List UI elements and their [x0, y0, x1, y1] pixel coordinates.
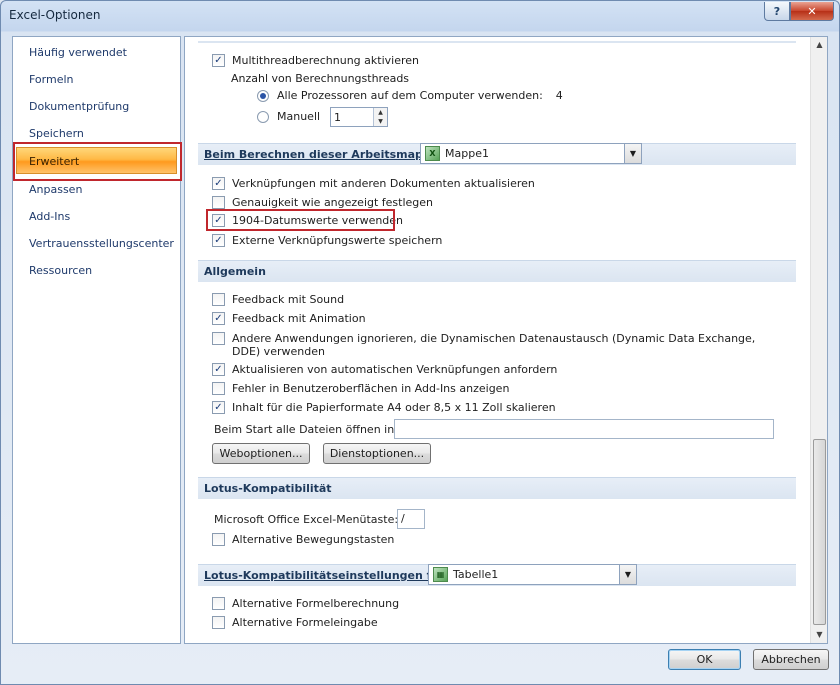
alt-formula-entry-option[interactable]: Alternative Formeleingabe	[212, 616, 378, 629]
options-navigation: Häufig verwendet Formeln Dokumentprüfung…	[12, 36, 181, 644]
animation-feedback-checkbox[interactable]	[212, 312, 225, 325]
date1904-option[interactable]: 1904-Datumswerte verwenden	[212, 214, 403, 227]
update-links-label: Verknüpfungen mit anderen Dokumenten akt…	[232, 177, 535, 190]
alt-formula-calc-label: Alternative Formelberechnung	[232, 597, 400, 610]
auto-links-checkbox[interactable]	[212, 363, 225, 376]
workbook-select[interactable]: X Mappe1 ▼	[420, 143, 642, 164]
workbook-section-title: Beim Berechnen dieser Arbeitsmappe:	[204, 148, 443, 161]
threads-label: Anzahl von Berechnungsthreads	[231, 72, 410, 85]
alt-formula-entry-label: Alternative Formeleingabe	[232, 616, 378, 629]
startup-folder-input[interactable]	[394, 419, 774, 439]
help-icon: ?	[773, 4, 781, 18]
excel-options-dialog: Excel-Optionen ? ✕ Häufig verwendet Form…	[0, 0, 840, 685]
nav-item-haeufig-verwendet[interactable]: Häufig verwendet	[29, 43, 127, 63]
window-title: Excel-Optionen	[9, 8, 101, 22]
sound-feedback-checkbox[interactable]	[212, 293, 225, 306]
precision-checkbox[interactable]	[212, 196, 225, 209]
all-processors-option[interactable]: Alle Prozessoren auf dem Computer verwen…	[257, 89, 563, 102]
service-options-button[interactable]: Dienstoptionen...	[323, 443, 431, 464]
lotus-section-header: Lotus-Kompatibilität	[198, 477, 796, 499]
precision-label: Genauigkeit wie angezeigt festlegen	[232, 196, 434, 209]
sound-feedback-label: Feedback mit Sound	[232, 293, 345, 306]
update-links-checkbox[interactable]	[212, 177, 225, 190]
animation-feedback-option[interactable]: Feedback mit Animation	[212, 312, 366, 325]
section-divider	[198, 41, 796, 43]
nav-item-formeln[interactable]: Formeln	[29, 70, 74, 90]
workbook-select-value: Mappe1	[445, 147, 489, 160]
processor-count: 4	[555, 89, 563, 102]
close-icon: ✕	[807, 4, 817, 18]
auto-links-label: Aktualisieren von automatischen Verknüpf…	[232, 363, 558, 376]
alt-navigation-label: Alternative Bewegungstasten	[232, 533, 395, 546]
date1904-checkbox[interactable]	[212, 214, 225, 227]
all-processors-label: Alle Prozessoren auf dem Computer verwen…	[277, 89, 543, 102]
chevron-down-icon[interactable]: ▼	[624, 144, 641, 163]
external-links-label: Externe Verknüpfungswerte speichern	[232, 234, 443, 247]
auto-links-option[interactable]: Aktualisieren von automatischen Verknüpf…	[212, 363, 557, 376]
manual-threads-option[interactable]: Manuell	[257, 110, 320, 123]
spin-down-icon[interactable]: ▼	[374, 117, 387, 126]
ignore-dde-option[interactable]: Andere Anwendungen ignorieren, die Dynam…	[212, 332, 762, 358]
all-processors-radio[interactable]	[257, 89, 269, 102]
nav-item-speichern[interactable]: Speichern	[29, 124, 84, 144]
ok-button[interactable]: OK	[668, 649, 741, 670]
thread-count-value: 1	[334, 110, 341, 124]
update-links-option[interactable]: Verknüpfungen mit anderen Dokumenten akt…	[212, 177, 535, 190]
scale-paper-option[interactable]: Inhalt für die Papierformate A4 oder 8,5…	[212, 401, 556, 414]
alt-formula-entry-checkbox[interactable]	[212, 616, 225, 629]
thread-count-spinner[interactable]: 1 ▲ ▼	[330, 107, 388, 127]
close-button[interactable]: ✕	[790, 2, 834, 21]
ignore-dde-checkbox[interactable]	[212, 332, 225, 345]
sheet-select-value: Tabelle1	[453, 568, 499, 581]
web-options-button[interactable]: Weboptionen...	[212, 443, 310, 464]
animation-feedback-label: Feedback mit Animation	[232, 312, 366, 325]
alt-navigation-option[interactable]: Alternative Bewegungstasten	[212, 533, 394, 546]
addin-errors-label: Fehler in Benutzeroberflächen in Add-Ins…	[232, 382, 510, 395]
advanced-options-panel: Multithreadberechnung aktivieren Anzahl …	[184, 36, 828, 644]
scroll-down-icon[interactable]: ▼	[812, 627, 827, 643]
manual-radio[interactable]	[257, 110, 269, 123]
nav-item-vertrauensstellungscenter[interactable]: Vertrauensstellungscenter	[29, 234, 174, 254]
precision-option[interactable]: Genauigkeit wie angezeigt festlegen	[212, 196, 433, 209]
scale-paper-label: Inhalt für die Papierformate A4 oder 8,5…	[232, 401, 556, 414]
scrollbar-thumb[interactable]	[813, 439, 826, 625]
alt-navigation-checkbox[interactable]	[212, 533, 225, 546]
spin-up-icon[interactable]: ▲	[374, 108, 387, 117]
alt-formula-calc-checkbox[interactable]	[212, 597, 225, 610]
external-links-checkbox[interactable]	[212, 234, 225, 247]
sheet-icon: ▦	[433, 567, 448, 582]
nav-item-erweitert[interactable]: Erweitert	[16, 147, 177, 174]
nav-item-dokumentpruefung[interactable]: Dokumentprüfung	[29, 97, 129, 117]
multithread-label: Multithreadberechnung aktivieren	[232, 54, 419, 67]
menu-key-input[interactable]: /	[397, 509, 425, 529]
cancel-button[interactable]: Abbrechen	[753, 649, 829, 670]
scroll-up-icon[interactable]: ▲	[812, 37, 827, 53]
title-bar[interactable]: Excel-Optionen ? ✕	[1, 1, 839, 31]
vertical-scrollbar[interactable]: ▲ ▼	[810, 37, 827, 643]
spinner-buttons[interactable]: ▲ ▼	[373, 108, 387, 126]
ignore-dde-label: Andere Anwendungen ignorieren, die Dynam…	[232, 332, 756, 358]
menu-key-label: Microsoft Office Excel-Menütaste:	[214, 513, 399, 526]
general-section-header: Allgemein	[198, 260, 796, 282]
addin-errors-option[interactable]: Fehler in Benutzeroberflächen in Add-Ins…	[212, 382, 509, 395]
manual-label: Manuell	[277, 110, 321, 123]
scale-paper-checkbox[interactable]	[212, 401, 225, 414]
date1904-label: 1904-Datumswerte verwenden	[232, 214, 404, 227]
nav-item-add-ins[interactable]: Add-Ins	[29, 207, 70, 227]
startup-folder-label: Beim Start alle Dateien öffnen in:	[214, 423, 398, 436]
sound-feedback-option[interactable]: Feedback mit Sound	[212, 293, 344, 306]
workbook-icon: X	[425, 146, 440, 161]
alt-formula-calc-option[interactable]: Alternative Formelberechnung	[212, 597, 399, 610]
multithread-option[interactable]: Multithreadberechnung aktivieren	[212, 54, 419, 67]
help-button[interactable]: ?	[764, 2, 790, 21]
external-links-option[interactable]: Externe Verknüpfungswerte speichern	[212, 234, 442, 247]
nav-item-anpassen[interactable]: Anpassen	[29, 180, 82, 200]
lotus-settings-title: Lotus-Kompatibilitätseinstellungen für:	[204, 569, 450, 582]
addin-errors-checkbox[interactable]	[212, 382, 225, 395]
multithread-checkbox[interactable]	[212, 54, 225, 67]
chevron-down-icon[interactable]: ▼	[619, 565, 636, 584]
nav-item-ressourcen[interactable]: Ressourcen	[29, 261, 92, 281]
sheet-select[interactable]: ▦ Tabelle1 ▼	[428, 564, 637, 585]
